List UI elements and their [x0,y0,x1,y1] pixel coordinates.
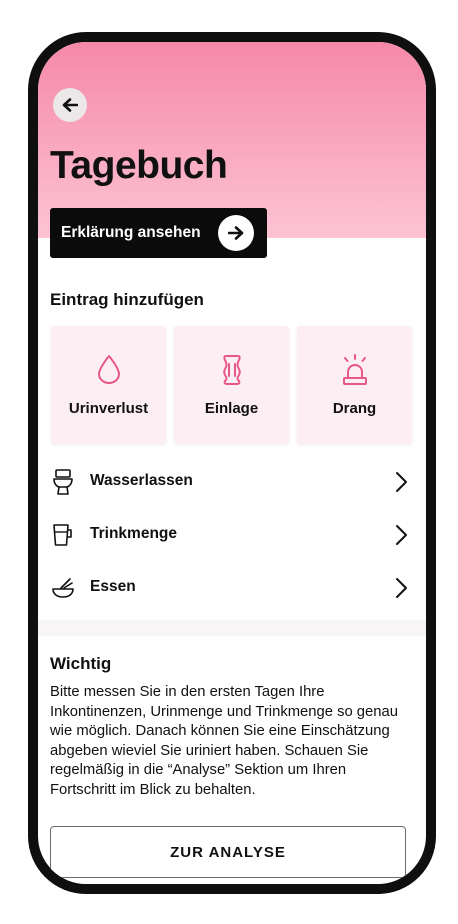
arrow-right-icon [218,215,254,251]
bowl-icon [52,578,74,598]
section-divider [38,620,426,636]
tile-label: Einlage [204,400,259,417]
chevron-right-icon [396,525,407,545]
list-item-label: Essen [90,578,136,595]
tile-label: Drang [332,400,377,417]
info-text: Bitte messen Sie in den ersten Tagen Ihr… [50,684,398,798]
entry-tiles: Urinverlust Einlage Drang [51,326,413,444]
explain-button-label: Erklärung ansehen [61,224,201,241]
list-item-trinkmenge[interactable]: Trinkmenge [38,509,426,561]
add-entry-title: Eintrag hinzufügen [50,290,204,309]
phone-frame: Tagebuch Erklärung ansehen Eintrag hinzu… [28,32,436,894]
tile-drang[interactable]: Drang [297,326,412,444]
app-screen: Tagebuch Erklärung ansehen Eintrag hinzu… [38,42,426,884]
alarm-light-icon [342,354,367,385]
page-title: Tagebuch [50,144,228,187]
toilet-icon [53,469,73,495]
list-item-label: Trinkmenge [90,525,177,542]
list-item-essen[interactable]: Essen [38,562,426,614]
analysis-button[interactable]: ZUR ANALYSE [50,826,406,878]
info-title: Wichtig [50,654,112,673]
tile-einlage[interactable]: Einlage [174,326,289,444]
drop-icon [97,355,120,384]
tile-label: Urinverlust [68,400,149,417]
tile-urinverlust[interactable]: Urinverlust [51,326,166,444]
back-button[interactable] [53,88,87,122]
list-item-label: Wasserlassen [90,472,193,489]
pad-icon [222,355,241,385]
cup-icon [53,524,72,546]
chevron-right-icon [396,472,407,492]
list-item-wasserlassen[interactable]: Wasserlassen [38,456,426,508]
arrow-left-icon [62,98,78,112]
explain-button[interactable]: Erklärung ansehen [50,208,267,258]
chevron-right-icon [396,578,407,598]
